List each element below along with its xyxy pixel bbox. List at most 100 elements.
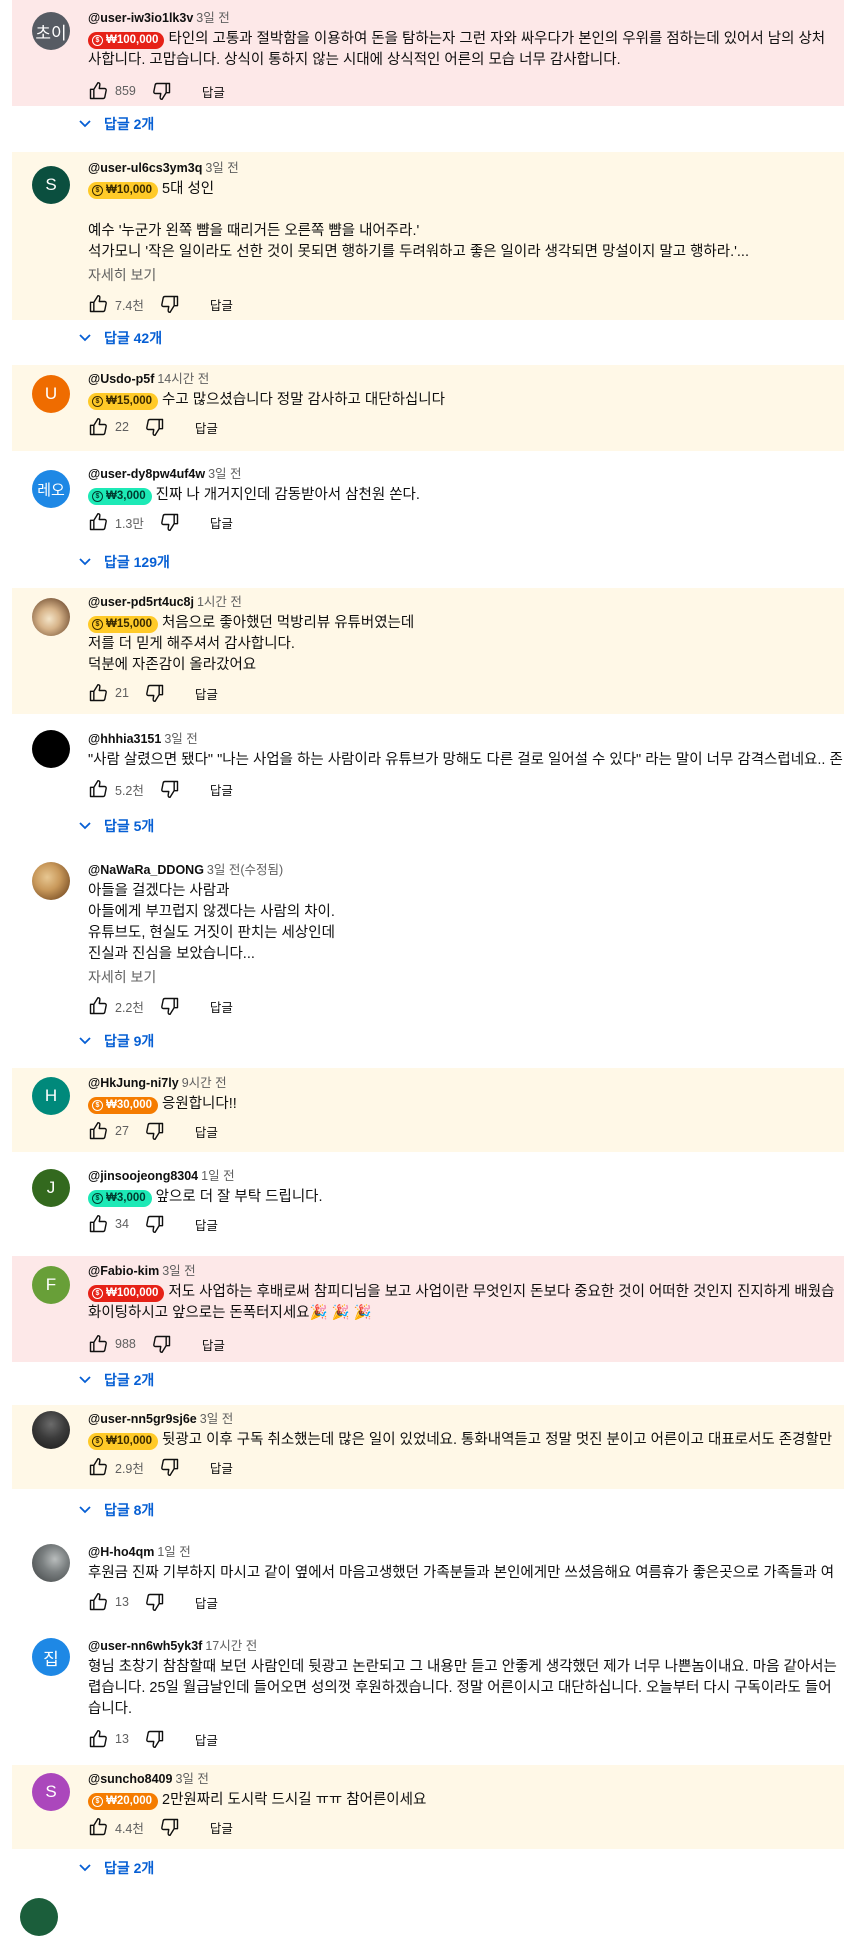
comment-author[interactable]: @suncho8409 <box>88 1772 172 1786</box>
comment-author[interactable]: @Fabio-kim <box>88 1264 159 1278</box>
reply-button[interactable]: 답글 <box>202 82 225 101</box>
reply-button[interactable]: 답글 <box>210 1818 233 1837</box>
like-button[interactable]: 34 <box>88 1214 129 1234</box>
reply-button[interactable]: 답글 <box>195 1730 218 1749</box>
view-replies-button[interactable]: 답글 9개 <box>78 1031 154 1051</box>
read-more-button[interactable]: 자세히 보기 <box>88 967 844 987</box>
dislike-button[interactable] <box>152 1334 172 1354</box>
reply-button[interactable]: 답글 <box>195 418 218 437</box>
reply-button[interactable]: 답글 <box>210 997 233 1016</box>
reply-button[interactable]: 답글 <box>195 684 218 703</box>
avatar[interactable]: 집 <box>32 1638 70 1676</box>
dislike-button[interactable] <box>145 1214 165 1234</box>
like-button[interactable]: 27 <box>88 1121 129 1141</box>
reply-button[interactable]: 답글 <box>210 295 233 314</box>
like-count: 27 <box>115 1124 129 1138</box>
avatar[interactable]: S <box>32 1773 70 1811</box>
comment-author[interactable]: @NaWaRa_DDONG <box>88 863 204 877</box>
comment-author[interactable]: @Usdo-p5f <box>88 372 154 386</box>
dislike-button[interactable] <box>145 417 165 437</box>
comment-timestamp[interactable]: 3일 전 <box>196 11 229 25</box>
avatar[interactable]: F <box>32 1266 70 1304</box>
comment-author[interactable]: @user-iw3io1lk3v <box>88 11 193 25</box>
like-button[interactable]: 13 <box>88 1729 129 1749</box>
comment-timestamp[interactable]: 9시간 전 <box>182 1076 227 1090</box>
comment-author[interactable]: @user-nn6wh5yk3f <box>88 1639 202 1653</box>
comment-author[interactable]: @user-dy8pw4uf4w <box>88 467 205 481</box>
comment-timestamp[interactable]: 3일 전 <box>164 732 197 746</box>
view-replies-button[interactable]: 답글 2개 <box>78 1370 154 1390</box>
like-button[interactable]: 5.2천 <box>88 779 144 799</box>
avatar[interactable]: U <box>32 375 70 413</box>
dislike-button[interactable] <box>145 1592 165 1612</box>
avatar[interactable]: S <box>32 166 70 204</box>
view-replies-button[interactable]: 답글 129개 <box>78 552 170 572</box>
comment-author[interactable]: @hhhia3151 <box>88 732 161 746</box>
comment-timestamp[interactable]: 17시간 전 <box>205 1639 257 1653</box>
like-button[interactable]: 4.4천 <box>88 1817 144 1837</box>
reply-button[interactable]: 답글 <box>210 1458 233 1477</box>
comment-timestamp[interactable]: 3일 전 <box>175 1772 208 1786</box>
dislike-button[interactable] <box>160 779 180 799</box>
view-replies-button[interactable]: 답글 8개 <box>78 1500 154 1520</box>
reply-button[interactable]: 답글 <box>210 513 233 532</box>
comment-timestamp[interactable]: 1시간 전 <box>197 595 242 609</box>
comment-timestamp[interactable]: 1일 전 <box>157 1545 190 1559</box>
avatar[interactable]: J <box>32 1169 70 1207</box>
reply-button[interactable]: 답글 <box>195 1122 218 1141</box>
comment-timestamp[interactable]: 3일 전 <box>205 161 238 175</box>
dislike-button[interactable] <box>160 1817 180 1837</box>
view-replies-button[interactable]: 답글 5개 <box>78 816 154 836</box>
comment-author[interactable]: @H-ho4qm <box>88 1545 154 1559</box>
dislike-button[interactable] <box>160 294 180 314</box>
dislike-button[interactable] <box>160 512 180 532</box>
like-button[interactable]: 2.9천 <box>88 1457 144 1477</box>
comment-author[interactable]: @user-pd5rt4uc8j <box>88 595 194 609</box>
comment-timestamp[interactable]: 3일 전 <box>200 1412 233 1426</box>
comment-timestamp[interactable]: 1일 전 <box>201 1169 234 1183</box>
comment-timestamp[interactable]: 3일 전 <box>162 1264 195 1278</box>
reply-button[interactable]: 답글 <box>202 1335 225 1354</box>
like-button[interactable]: 988 <box>88 1334 136 1354</box>
read-more-button[interactable]: 자세히 보기 <box>88 265 844 285</box>
avatar[interactable] <box>32 730 70 768</box>
avatar[interactable] <box>20 1898 58 1936</box>
avatar[interactable] <box>32 862 70 900</box>
comment-timestamp[interactable]: 3일 전(수정됨) <box>207 863 283 877</box>
view-replies-button[interactable]: 답글 42개 <box>78 328 162 348</box>
view-replies-button[interactable]: 답글 2개 <box>78 114 154 134</box>
view-replies-button[interactable]: 답글 2개 <box>78 1858 154 1878</box>
dislike-button[interactable] <box>145 1729 165 1749</box>
dislike-button[interactable] <box>160 996 180 1016</box>
like-button[interactable]: 22 <box>88 417 129 437</box>
reply-button[interactable]: 답글 <box>210 780 233 799</box>
dislike-button[interactable] <box>145 1121 165 1141</box>
like-count: 7.4천 <box>115 298 144 313</box>
avatar[interactable]: H <box>32 1077 70 1115</box>
comment-author[interactable]: @jinsoojeong8304 <box>88 1169 198 1183</box>
reply-button[interactable]: 답글 <box>195 1593 218 1612</box>
like-button[interactable]: 13 <box>88 1592 129 1612</box>
dislike-button[interactable] <box>152 81 172 101</box>
avatar[interactable] <box>32 1411 70 1449</box>
comment-text: 형님 초창기 참참할때 보던 사람인데 뒷광고 논란되고 그 내용만 듣고 안좋… <box>88 1659 837 1675</box>
like-button[interactable]: 21 <box>88 683 129 703</box>
avatar[interactable] <box>32 598 70 636</box>
like-button[interactable]: 2.2천 <box>88 996 144 1016</box>
comment-author[interactable]: @user-ul6cs3ym3q <box>88 161 202 175</box>
avatar[interactable]: 레오 <box>32 470 70 508</box>
comment-author[interactable]: @user-nn5gr9sj6e <box>88 1412 197 1426</box>
comment-timestamp[interactable]: 3일 전 <box>208 467 241 481</box>
like-button[interactable]: 7.4천 <box>88 294 144 314</box>
dislike-button[interactable] <box>145 683 165 703</box>
comment-text: 저를 더 믿게 해주셔서 감사합니다. <box>88 636 295 652</box>
like-button[interactable]: 859 <box>88 81 136 101</box>
avatar[interactable] <box>32 1544 70 1582</box>
comment-author[interactable]: @HkJung-ni7ly <box>88 1076 179 1090</box>
reply-button[interactable]: 답글 <box>195 1215 218 1234</box>
like-button[interactable]: 1.3만 <box>88 512 144 532</box>
dislike-button[interactable] <box>160 1457 180 1477</box>
thumbs-down-icon <box>160 1818 179 1837</box>
comment-timestamp[interactable]: 14시간 전 <box>157 372 209 386</box>
avatar[interactable]: 초이 <box>32 12 70 50</box>
